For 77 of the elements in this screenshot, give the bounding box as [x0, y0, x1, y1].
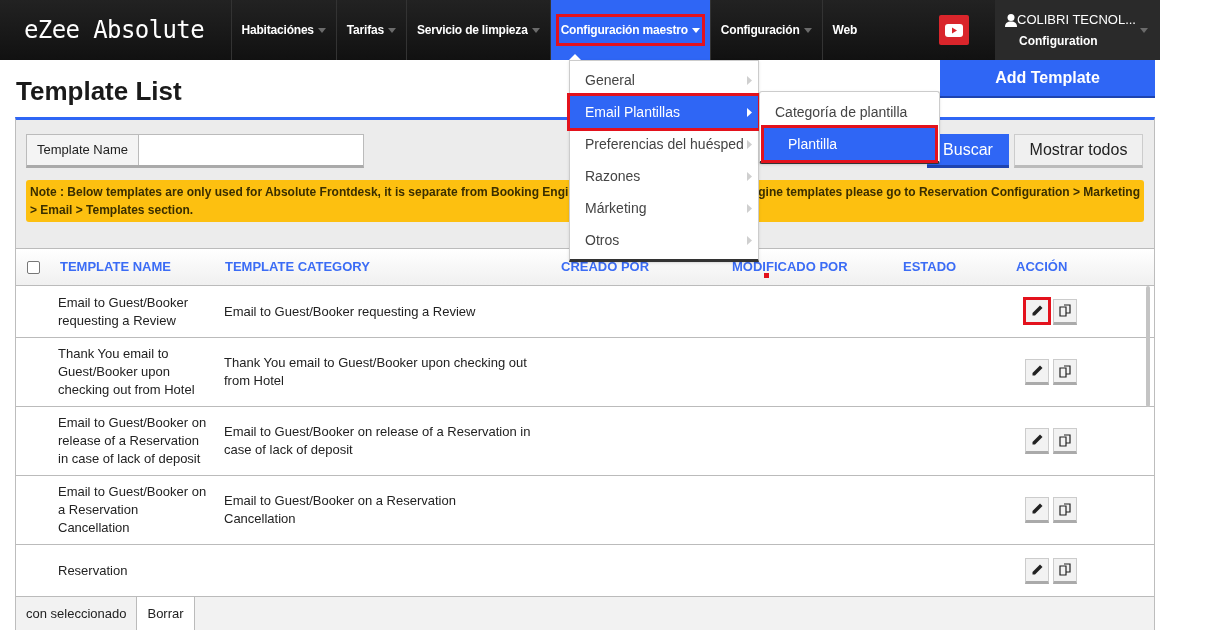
column-header[interactable]: ACCIÓN [1016, 259, 1068, 275]
caret-icon [387, 27, 396, 33]
page-title: Template List [16, 75, 182, 108]
template-name-cell: Reservation [58, 562, 128, 578]
caret-icon [1140, 27, 1148, 33]
chevron-right-icon [747, 171, 752, 181]
copy-icon [1058, 502, 1072, 516]
pencil-icon [1031, 365, 1043, 377]
user-icon [1005, 13, 1018, 27]
copy-button[interactable] [1053, 497, 1077, 523]
user-menu[interactable]: COLIBRI TECNOL... Configuration [995, 0, 1160, 60]
note-text: Note : Below templates are only used for Absolute Frontdesk, it is separate from Booking Engi [30, 184, 569, 201]
dropdown-item[interactable]: Razones [570, 160, 758, 192]
pencil-icon [1031, 304, 1043, 317]
dropdown-item[interactable]: Márketing [570, 192, 758, 224]
chevron-right-icon [747, 107, 752, 117]
note-text: gine templates please go to Reservation Configuration > Marketing [758, 184, 1140, 201]
chevron-right-icon [747, 203, 752, 213]
caret-icon [803, 27, 812, 33]
app-logo: eZee Absolute [24, 15, 205, 46]
copy-icon [1058, 304, 1072, 317]
edit-button[interactable] [1025, 497, 1049, 523]
caret-icon [691, 27, 700, 33]
youtube-icon[interactable] [939, 15, 970, 45]
caret-icon [531, 27, 540, 33]
edit-button[interactable] [1025, 557, 1049, 584]
submenu-item[interactable]: Plantilla [764, 128, 935, 160]
dropdown-item[interactable]: Preferencias del huésped [570, 128, 758, 160]
column-header[interactable]: ESTADO [903, 259, 957, 275]
user-name: COLIBRI TECNOL... [1017, 11, 1136, 30]
copy-button[interactable] [1053, 298, 1077, 325]
highlight-frame [1023, 296, 1051, 325]
column-header[interactable]: TEMPLATE CATEGORY [225, 259, 370, 275]
edit-button[interactable] [1025, 359, 1049, 385]
copy-button[interactable] [1053, 557, 1077, 584]
column-header[interactable]: CREADO POR [561, 259, 650, 275]
dropdown-item[interactable]: General [570, 64, 758, 96]
chevron-right-icon [747, 139, 752, 149]
pencil-icon [1031, 434, 1043, 446]
show-all-button[interactable]: Mostrar todos [1014, 134, 1143, 168]
field-label: Template Name [27, 135, 140, 165]
copy-icon [1058, 433, 1072, 447]
copy-button[interactable] [1053, 359, 1077, 385]
template-name-field[interactable]: Template Name [26, 134, 364, 168]
dropdown-item[interactable]: Otros [570, 224, 758, 256]
pencil-icon [1031, 503, 1043, 515]
nav-menu-item[interactable]: Habitaciónes [239, 17, 328, 43]
template-category-cell: Thank You email to Guest/Booker upon checking out from Hotel [224, 355, 527, 388]
nav-menu-item[interactable]: Configuración [718, 17, 814, 43]
copy-icon [1058, 364, 1072, 378]
copy-button[interactable] [1053, 428, 1077, 454]
select-all-checkbox[interactable] [27, 260, 40, 274]
submenu-item[interactable]: Categoría de plantilla [760, 96, 939, 128]
caret-icon [317, 27, 326, 33]
nav-menu-item[interactable]: Tarifas [344, 17, 398, 43]
chevron-right-icon [747, 235, 752, 245]
chevron-right-icon [747, 75, 752, 85]
template-category-cell: Email to Guest/Booker on a Reservation Cancellation [224, 493, 456, 526]
template-name-cell: Email to Guest/Booker on a Reservation Cancellation [58, 484, 207, 535]
edit-button[interactable] [1025, 428, 1049, 454]
template-name-cell: Email to Guest/Booker on release of a Reservation in case of lack of deposit [58, 415, 207, 466]
column-header[interactable]: TEMPLATE NAME [60, 259, 171, 275]
dropdown-item[interactable]: Email Plantillas [570, 96, 758, 128]
template-category-cell: Email to Guest/Booker requesting a Review [224, 303, 476, 319]
nav-menu-item[interactable]: Web [830, 17, 860, 43]
user-role: Configuration [1018, 32, 1099, 50]
template-category-cell: Email to Guest/Booker on release of a Reservation in case of lack of deposit [224, 424, 531, 457]
template-name-cell: Thank You email to Guest/Booker upon checking out from Hotel [58, 346, 195, 397]
copy-icon [1058, 563, 1072, 576]
add-template-button[interactable]: Add Template [940, 60, 1155, 98]
note-text: > Email > Templates section. [30, 203, 194, 217]
column-header[interactable]: MODIFICADO POR [732, 259, 848, 275]
edit-button[interactable] [1025, 298, 1049, 325]
nav-menu-item[interactable]: Servicio de limpieza [414, 17, 542, 43]
delete-button[interactable]: Borrar [137, 597, 195, 630]
pencil-icon [1031, 563, 1043, 576]
template-name-cell: Email to Guest/Booker requesting a Review [58, 294, 189, 328]
